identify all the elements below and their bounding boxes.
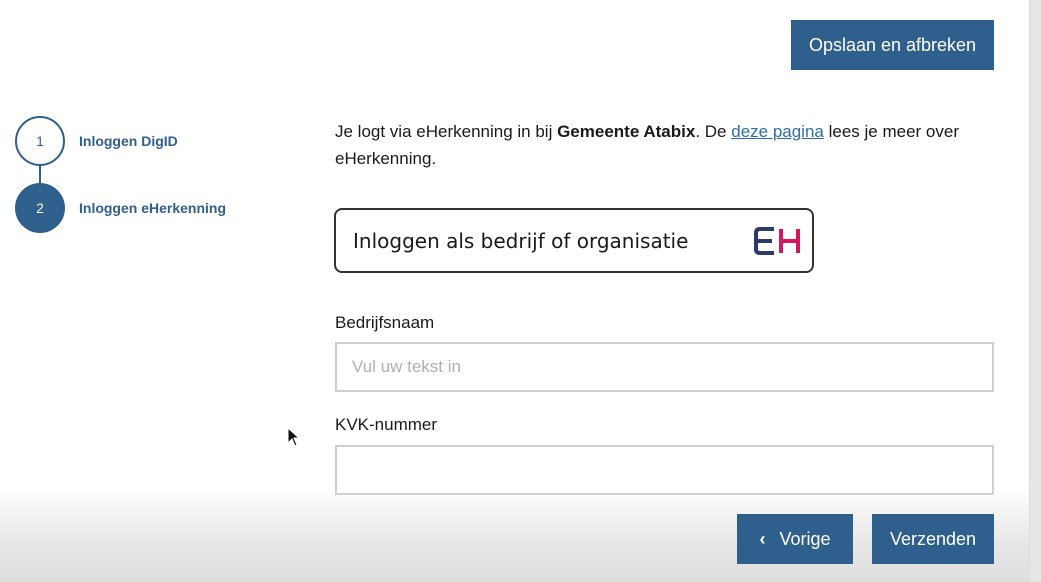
kvk-number-label: KVK-nummer xyxy=(335,415,438,434)
company-name-label: Bedrijfsnaam xyxy=(335,313,435,332)
organisation-name: Gemeente Atabix xyxy=(557,122,696,141)
step-1-label[interactable]: Inloggen DigID xyxy=(79,133,178,149)
previous-button-label: Vorige xyxy=(779,528,831,549)
mouse-pointer-icon xyxy=(287,427,301,447)
eherkenning-login-label: Inloggen als bedrijf of organisatie xyxy=(353,228,689,253)
company-name-input[interactable] xyxy=(335,342,994,392)
step-connector xyxy=(39,165,41,185)
step-2-label[interactable]: Inloggen eHerkenning xyxy=(79,200,226,216)
kvk-number-input[interactable] xyxy=(335,445,994,495)
intro-part-1: Je logt via eHerkenning in bij xyxy=(335,122,558,141)
eherkenning-login-button[interactable]: Inloggen als bedrijf of organisatie xyxy=(334,208,814,273)
intro-part-2: . De xyxy=(695,122,732,141)
previous-button[interactable]: ‹ Vorige xyxy=(737,514,853,564)
eherkenning-logo-icon xyxy=(754,226,800,255)
step-2-circle[interactable]: 2 xyxy=(15,183,65,233)
info-page-link[interactable]: deze pagina xyxy=(731,122,824,141)
submit-button[interactable]: Verzenden xyxy=(872,514,994,564)
step-1-circle[interactable]: 1 xyxy=(15,116,65,166)
intro-text: Je logt via eHerkenning in bij Gemeente … xyxy=(335,118,995,172)
save-and-cancel-button[interactable]: Opslaan en afbreken xyxy=(791,20,994,70)
chevron-left-icon: ‹ xyxy=(759,528,766,549)
scrollbar[interactable] xyxy=(1029,0,1041,582)
